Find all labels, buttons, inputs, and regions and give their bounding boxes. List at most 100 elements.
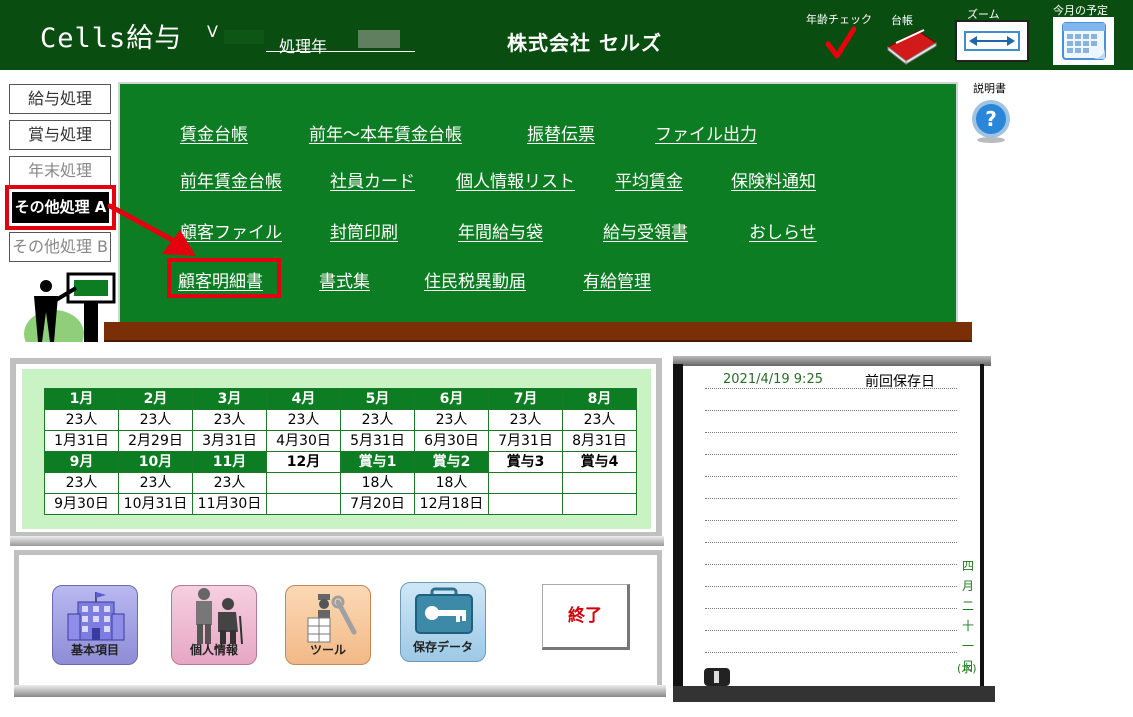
month-header-cell: 1月	[44, 388, 119, 410]
month-count-cell: 23人	[118, 472, 193, 494]
japanese-date-char: 二	[961, 599, 974, 613]
nav-bonus-processing[interactable]: 賞与処理	[9, 120, 111, 150]
memo-clip-icon	[704, 668, 730, 686]
basic-items-button[interactable]: 基本項目	[52, 585, 138, 665]
month-plan-label: 今月の予定	[1053, 4, 1108, 17]
nav-salary-processing[interactable]: 給与処理	[9, 84, 111, 114]
memo-ruled-line	[705, 476, 957, 477]
menu-paid-leave[interactable]: 有給管理	[583, 267, 651, 292]
tools-label: ツール	[309, 643, 346, 657]
processing-year-underline	[266, 51, 415, 52]
company-name: 株式会社 セルズ	[507, 31, 662, 55]
personal-info-label: 個人情報	[189, 643, 238, 657]
month-count-cell	[562, 472, 637, 494]
menu-form-collection[interactable]: 書式集	[319, 267, 370, 292]
age-check-icon[interactable]	[826, 26, 856, 60]
japanese-date-char: 十	[961, 619, 974, 633]
memo-ruled-line	[705, 608, 957, 609]
tool-panel-shelf	[14, 685, 666, 697]
month-header-cell: 11月	[192, 451, 267, 473]
basic-items-label: 基本項目	[70, 643, 119, 657]
saved-data-button[interactable]: 保存データ	[400, 582, 486, 662]
ledger-book-icon[interactable]	[884, 27, 938, 65]
month-date-cell	[562, 493, 637, 515]
processing-year-redaction	[358, 30, 400, 48]
month-count-cell: 23人	[266, 409, 341, 431]
month-date-cell: 1月31日	[44, 430, 119, 452]
nav-other-processing-a-label: その他処理 A	[12, 192, 109, 223]
menu-file-output[interactable]: ファイル出力	[655, 120, 757, 145]
age-check-label: 年齢チェック	[806, 13, 872, 26]
menu-transfer-slip[interactable]: 振替伝票	[527, 120, 595, 145]
month-header-cell: 3月	[192, 388, 267, 410]
memo-pad-left-edge	[673, 364, 683, 688]
month-count-cell: 23人	[192, 409, 267, 431]
menu-employee-card[interactable]: 社員カード	[330, 167, 415, 192]
month-count-cell: 23人	[44, 472, 119, 494]
month-count-cell: 18人	[340, 472, 415, 494]
month-count-cell: 23人	[414, 409, 489, 431]
memo-ruled-line	[705, 454, 957, 455]
month-header-cell: 賞与4	[562, 451, 637, 473]
month-header-cell: 賞与3	[488, 451, 563, 473]
svg-text:?: ?	[985, 107, 997, 131]
month-plan-button[interactable]	[1053, 17, 1114, 65]
month-date-cell: 8月31日	[562, 430, 637, 452]
menu-insurance-notice[interactable]: 保険料通知	[731, 167, 816, 192]
memo-pad-top-bar	[673, 356, 991, 366]
weekday-label: (水)	[957, 662, 977, 675]
memo-ruled-line	[705, 564, 957, 565]
menu-prev-current-wage-ledger[interactable]: 前年～本年賃金台帳	[309, 120, 462, 145]
nav-year-end-processing[interactable]: 年末処理	[9, 156, 111, 186]
nav-other-processing-b[interactable]: その他処理 B	[9, 232, 111, 262]
menu-prev-wage-ledger[interactable]: 前年賃金台帳	[180, 167, 282, 192]
help-question-icon[interactable]: ?	[971, 98, 1011, 144]
menu-client-statement[interactable]: 顧客明細書	[178, 267, 263, 292]
month-count-cell	[266, 472, 341, 494]
month-table-row: 1月 2月 3月 4月 5月 6月 7月 8月	[44, 388, 637, 410]
memo-ruled-line	[705, 542, 957, 543]
month-date-cell: 2月29日	[118, 430, 193, 452]
japanese-date-char: 四	[961, 559, 974, 573]
menu-pay-receipt[interactable]: 給与受領書	[603, 218, 688, 243]
personal-info-button[interactable]: 個人情報	[171, 585, 257, 665]
saved-data-label: 保存データ	[412, 640, 473, 654]
month-header-cell: 7月	[488, 388, 563, 410]
month-header-cell: 5月	[340, 388, 415, 410]
month-count-cell: 23人	[192, 472, 267, 494]
zoom-button[interactable]	[955, 20, 1029, 62]
month-date-cell: 5月31日	[340, 430, 415, 452]
menu-notice[interactable]: おしらせ	[749, 218, 817, 243]
version-redaction	[224, 30, 264, 44]
zoom-arrows-icon	[964, 31, 1020, 51]
version-label: V	[207, 22, 218, 41]
memo-ruled-line	[705, 498, 957, 499]
memo-ruled-line	[705, 432, 957, 433]
menu-annual-pay-envelope[interactable]: 年間給与袋	[458, 218, 543, 243]
month-date-cell: 3月31日	[192, 430, 267, 452]
month-table-row: 23人 23人 23人 18人 18人	[44, 472, 637, 494]
building-icon	[67, 592, 125, 641]
month-date-cell: 6月30日	[414, 430, 489, 452]
menu-envelope-print[interactable]: 封筒印刷	[330, 218, 398, 243]
menu-average-wage[interactable]: 平均賃金	[615, 167, 683, 192]
menu-personal-info-list[interactable]: 個人情報リスト	[456, 167, 575, 192]
month-date-cell: 7月31日	[488, 430, 563, 452]
menu-wage-ledger[interactable]: 賃金台帳	[180, 120, 248, 145]
exit-button[interactable]: 終了	[542, 584, 630, 650]
japanese-date-char: 月	[961, 579, 974, 593]
month-header-cell: 2月	[118, 388, 193, 410]
menu-board-ledge	[104, 322, 972, 342]
month-count-cell: 18人	[414, 472, 489, 494]
memo-pad-right-edge	[980, 364, 984, 688]
month-count-cell: 23人	[44, 409, 119, 431]
month-date-cell: 12月18日	[414, 493, 489, 515]
memo-ruled-line	[705, 630, 957, 631]
menu-resident-tax-change[interactable]: 住民税異動届	[424, 267, 526, 292]
memo-ruled-line	[705, 652, 957, 653]
month-count-cell	[488, 472, 563, 494]
japanese-date: 四 月 二 十 一 日	[958, 556, 978, 676]
tools-button[interactable]: ツール	[285, 585, 371, 665]
month-date-cell: 4月30日	[266, 430, 341, 452]
month-table-row: 9月30日 10月31日 11月30日 7月20日 12月18日	[44, 493, 637, 515]
